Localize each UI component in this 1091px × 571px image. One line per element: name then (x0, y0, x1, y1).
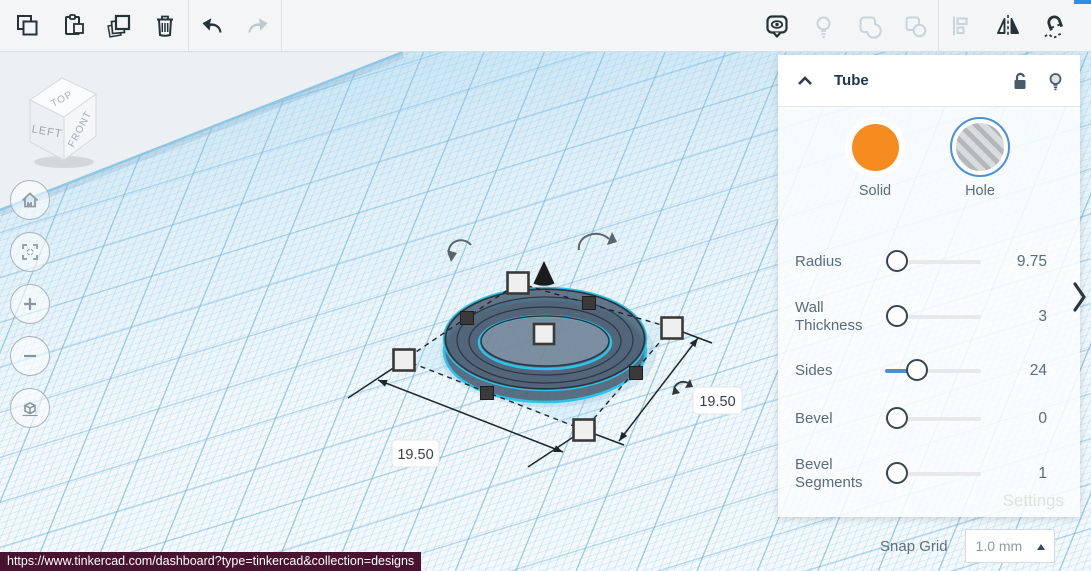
align-button[interactable] (939, 0, 985, 52)
minus-icon (24, 354, 36, 358)
rotate-handle-z[interactable] (577, 232, 617, 251)
hole-label: Hole (965, 183, 995, 199)
slider-handle[interactable] (906, 359, 928, 381)
browser-artifact (1074, 0, 1091, 4)
ungroup-button[interactable] (892, 0, 938, 52)
prop-value: 0 (1038, 410, 1047, 427)
dropdown-up-arrow-icon (1036, 544, 1045, 550)
paste-button[interactable] (50, 0, 96, 52)
redo-icon (248, 17, 268, 32)
shape-title: Tube (834, 72, 869, 89)
plus-icon (24, 298, 36, 310)
height-handle-cone[interactable] (533, 261, 555, 286)
mirror-icon (997, 15, 1019, 37)
home-view-button[interactable] (10, 180, 50, 220)
align-icon (953, 16, 968, 36)
svg-text:19.50: 19.50 (699, 394, 735, 410)
snap-grid-label: Snap Grid (880, 537, 948, 555)
paste-icon (64, 14, 84, 35)
hole-swatch (956, 123, 1004, 171)
prop-value: 1 (1038, 465, 1047, 482)
group-button[interactable] (846, 0, 892, 52)
prop-label: Sides (795, 362, 833, 379)
svg-text:19.50: 19.50 (397, 447, 433, 463)
rotate-handle-xy[interactable] (447, 239, 472, 262)
dim-arrowhead (378, 380, 388, 387)
copy-button[interactable] (4, 0, 50, 52)
radius-slider[interactable] (885, 250, 985, 274)
duplicate-icon (107, 14, 131, 38)
home-icon (21, 192, 39, 208)
fit-view-button[interactable] (10, 232, 50, 272)
dim-arrowhead (689, 338, 698, 348)
property-row-sides: Sides 24 (795, 351, 1047, 391)
solid-swatch (851, 123, 899, 171)
group-icon (859, 16, 882, 39)
panel-expand-handle[interactable] (1072, 281, 1088, 318)
rotate-handle-small[interactable] (672, 379, 693, 395)
prop-label: Radius (795, 253, 842, 270)
dimension-depth-label[interactable]: 19.50 (692, 386, 743, 415)
solid-label: Solid (858, 183, 892, 199)
toolbar-separator (281, 0, 282, 52)
sides-slider[interactable] (885, 359, 985, 383)
prop-label: Bevel (795, 410, 833, 427)
wall-thickness-slider[interactable] (885, 305, 985, 329)
light-bulb-icon[interactable] (1045, 71, 1066, 92)
tinkercad-editor: 19.50 19.50 TOP LEFT FRONT Tube Solid Ho… (0, 0, 1091, 571)
undo-icon (202, 17, 222, 32)
view-cube[interactable]: TOP LEFT FRONT (12, 62, 118, 172)
browser-status-url: https://www.tinkercad.com/dashboard?type… (0, 552, 422, 571)
delete-button[interactable] (142, 0, 188, 52)
snap-grid-dropdown[interactable]: 1.0 mm (964, 529, 1055, 563)
center-handle (532, 322, 556, 346)
light-toggle-button[interactable] (800, 0, 846, 52)
duplicate-button[interactable] (96, 0, 142, 52)
snap-grid-control: Snap Grid 1.0 mm (880, 528, 1080, 564)
property-row-radius: Radius 9.75 (795, 242, 1047, 282)
mirror-button[interactable] (985, 0, 1031, 52)
collapse-chevron-icon[interactable] (794, 70, 816, 92)
prop-label: Wall Thickness (795, 299, 863, 334)
trash-icon (157, 15, 173, 37)
ungroup-icon (905, 16, 927, 38)
fit-view-icon (22, 244, 38, 260)
light-bulb-icon (816, 16, 830, 38)
prop-value: 3 (1038, 308, 1047, 325)
copy-icon (16, 15, 37, 36)
slider-handle[interactable] (886, 305, 908, 327)
unlock-icon[interactable] (1010, 71, 1031, 92)
slider-handle[interactable] (886, 462, 908, 484)
slider-handle[interactable] (886, 407, 908, 429)
viewport-nav (10, 180, 50, 428)
magnet-icon (1044, 15, 1064, 39)
shape-inspector-panel: Tube Solid Hole Radius 9.75 Wall Thickne… (778, 55, 1080, 517)
perspective-toggle-button[interactable] (10, 388, 50, 428)
top-toolbar (0, 0, 1091, 52)
dimension-width-label[interactable]: 19.50 (391, 439, 440, 468)
snap-grid-value: 1.0 mm (975, 538, 1023, 554)
chevron-right-icon (1073, 282, 1086, 312)
hole-mode-option[interactable]: Hole (944, 117, 1016, 199)
redo-button[interactable] (235, 0, 281, 52)
solid-mode-option[interactable]: Solid (839, 117, 911, 199)
undo-button[interactable] (189, 0, 235, 52)
show-all-eye-icon (766, 15, 788, 38)
property-row-wall-thickness: Wall Thickness 3 (795, 291, 1047, 343)
prop-value: 9.75 (1016, 253, 1047, 270)
bevel-slider[interactable] (885, 407, 985, 431)
snap-magnet-button[interactable] (1031, 0, 1077, 52)
inspector-header: Tube (778, 55, 1080, 107)
zoom-out-button[interactable] (10, 336, 50, 376)
zoom-in-button[interactable] (10, 284, 50, 324)
dim-arrowhead (619, 431, 628, 441)
prop-value: 24 (1029, 362, 1047, 379)
bevel-segments-slider[interactable] (885, 462, 985, 486)
property-row-bevel: Bevel 0 (795, 399, 1047, 439)
settings-link[interactable]: Settings (1003, 491, 1064, 511)
show-all-button[interactable] (754, 0, 800, 52)
perspective-cube-icon (22, 402, 38, 417)
slider-handle[interactable] (886, 250, 908, 272)
prop-label: Bevel Segments (795, 456, 863, 491)
